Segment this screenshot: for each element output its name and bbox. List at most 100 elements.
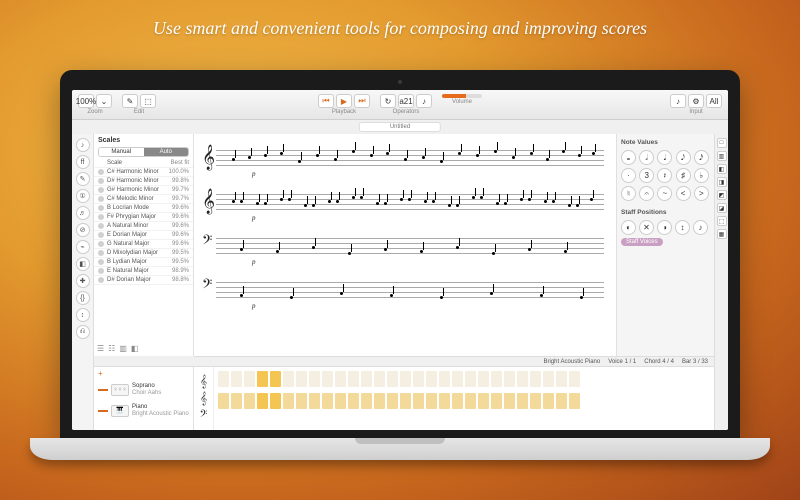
timeline-cell[interactable] [387,393,398,409]
scale-row[interactable]: G# Harmonic Minor99.7% [94,186,193,195]
timeline-cell[interactable] [322,371,333,387]
timeline-cell[interactable] [361,393,372,409]
add-track-button[interactable]: + [94,367,193,380]
timeline-cell[interactable] [270,393,281,409]
scales-view-icon[interactable]: ▥ [119,344,127,353]
note-value-button[interactable]: 𝄐 [639,186,654,201]
left-tool-button[interactable]: ◧ [76,257,90,271]
left-tool-button[interactable]: ↕ [76,308,90,322]
input-settings-button[interactable]: ⚙ [688,94,704,108]
staff-position-button[interactable]: ✕ [639,220,654,235]
staff-position-button[interactable]: ↕ [675,220,690,235]
staff-position-button[interactable]: ◐ [621,220,636,235]
right-tool-button[interactable]: □ [717,138,727,148]
timeline-cell[interactable] [244,393,255,409]
scale-row[interactable]: B Locrian Mode99.6% [94,204,193,213]
timeline-cell[interactable] [374,371,385,387]
timeline-cell[interactable] [504,393,515,409]
right-tool-button[interactable]: ▥ [717,151,727,161]
timeline-cell[interactable] [257,393,268,409]
edit-pencil-button[interactable]: ✎ [122,94,138,108]
timeline-cell[interactable] [569,393,580,409]
timeline-cell[interactable] [439,393,450,409]
timeline-cell[interactable] [543,371,554,387]
timeline-cell[interactable] [218,371,229,387]
scale-row[interactable]: C# Harmonic Minor100.0% [94,168,193,177]
timeline-cell[interactable] [231,371,242,387]
timeline-cell[interactable] [452,393,463,409]
timeline-cell[interactable] [361,371,372,387]
scale-row[interactable]: E Dorian Major99.6% [94,231,193,240]
right-tool-button[interactable]: ◩ [717,190,727,200]
timeline-cell[interactable] [283,371,294,387]
scale-row[interactable]: D# Harmonic Minor99.8% [94,177,193,186]
note-value-button[interactable]: ♯ [676,168,691,183]
note-value-button[interactable]: ♭ [694,168,709,183]
right-tool-button[interactable]: ▦ [717,229,727,239]
timeline-cell[interactable] [348,393,359,409]
timeline-cell[interactable] [478,393,489,409]
right-tool-button[interactable]: ◪ [717,203,727,213]
timeline-cell[interactable] [270,371,281,387]
edit-mode-button[interactable]: ⬚ [140,94,156,108]
scales-view-icon[interactable]: ◧ [131,344,139,353]
timeline-cell[interactable] [309,393,320,409]
note-value-button[interactable]: > [694,186,709,201]
scales-tab-switch[interactable]: Manual Auto [98,147,189,157]
timeline-cell[interactable] [491,393,502,409]
timeline-cell[interactable] [218,393,229,409]
timeline-cell[interactable] [400,393,411,409]
note-value-button[interactable]: 𝅘𝅥𝅮 [676,150,691,165]
score-editor[interactable]: 𝄞p𝄞p𝄢p𝄢p [194,134,616,356]
note-value-button[interactable]: 3 [639,168,654,183]
timeline-cell[interactable] [439,371,450,387]
timeline-cell[interactable] [478,371,489,387]
left-tool-button[interactable]: ① [76,189,90,203]
scale-row[interactable]: E Natural Major98.9% [94,267,193,276]
scale-row[interactable]: A Natural Minor99.6% [94,222,193,231]
scale-row[interactable]: D Mixolydian Major99.5% [94,249,193,258]
zoom-value[interactable]: 100% [78,94,94,108]
timeline-cell[interactable] [530,371,541,387]
right-tool-button[interactable]: ◨ [717,177,727,187]
timeline-cell[interactable] [465,393,476,409]
tab-manual[interactable]: Manual [99,148,144,156]
left-tool-button[interactable]: ⎌ [76,325,90,339]
track-row[interactable]: 🎹PianoBright Acoustic Piano [94,401,193,422]
zoom-stepper[interactable]: ⌄ [96,94,112,108]
scales-view-icon[interactable]: ☰ [97,344,104,353]
staff-position-button[interactable]: ♪ [693,220,708,235]
left-tool-button[interactable]: {} [76,291,90,305]
timeline-cell[interactable] [452,371,463,387]
timeline-cell[interactable] [309,371,320,387]
note-value-button[interactable]: 𝅝 [621,150,636,165]
left-tool-button[interactable]: ♬ [76,206,90,220]
tab-auto[interactable]: Auto [144,148,189,156]
timeline-cell[interactable] [413,393,424,409]
right-tool-button[interactable]: ◧ [717,164,727,174]
timeline-cell[interactable] [244,371,255,387]
left-tool-button[interactable]: ✚ [76,274,90,288]
note-value-button[interactable]: 𝄽 [657,168,672,183]
timeline-cell[interactable] [556,393,567,409]
timeline-cell[interactable] [374,393,385,409]
staff-position-button[interactable]: ◑ [657,220,672,235]
timeline-cell[interactable] [504,371,515,387]
note-value-button[interactable]: ~ [657,186,672,201]
timeline-cell[interactable] [413,371,424,387]
volume-slider[interactable] [442,94,482,98]
timeline-cell[interactable] [569,371,580,387]
left-tool-button[interactable]: ⊘ [76,223,90,237]
rewind-button[interactable]: ⏮ [318,94,334,108]
timeline-cell[interactable] [517,393,528,409]
timeline-cell[interactable] [400,371,411,387]
timeline-cell[interactable] [335,371,346,387]
staff-voices-button[interactable]: Staff Voices [621,238,663,246]
scale-row[interactable]: G Natural Major99.6% [94,240,193,249]
timeline-cell[interactable] [387,371,398,387]
right-tool-button[interactable]: ⬚ [717,216,727,226]
a21-button[interactable]: a21 [398,94,414,108]
scales-view-icon[interactable]: ☷ [108,344,115,353]
track-row[interactable]: ♀♀♀SopranoChoir Aahs [94,380,193,401]
loop-button[interactable]: ↻ [380,94,396,108]
